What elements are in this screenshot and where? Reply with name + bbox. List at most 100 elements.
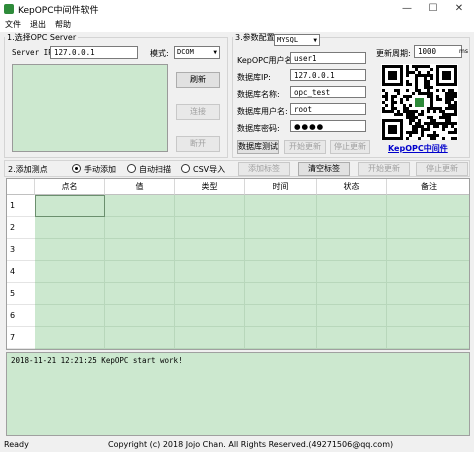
grid-cell[interactable] bbox=[245, 195, 317, 217]
grid-cell[interactable] bbox=[245, 261, 317, 283]
disconnect-button[interactable]: 断开 bbox=[176, 136, 220, 152]
grid-cell[interactable] bbox=[245, 239, 317, 261]
radio-auto-scan-label: 自动扫描 bbox=[139, 165, 171, 174]
close-button[interactable]: ✕ bbox=[446, 0, 472, 18]
grid-cell[interactable] bbox=[105, 195, 175, 217]
grid-cell[interactable] bbox=[175, 239, 245, 261]
grid-cell[interactable] bbox=[387, 239, 469, 261]
column-header-status[interactable]: 状态 bbox=[317, 179, 387, 195]
db-type-select[interactable]: MYSQL ▼ bbox=[274, 34, 320, 46]
grid-cell[interactable] bbox=[105, 239, 175, 261]
grid-cell[interactable] bbox=[317, 195, 387, 217]
row-number[interactable]: 7 bbox=[7, 327, 35, 349]
server-ip-field[interactable]: 127.0.0.1 bbox=[50, 46, 138, 59]
grid-cell[interactable] bbox=[35, 239, 105, 261]
column-header-type[interactable]: 类型 bbox=[175, 179, 245, 195]
grid-cell[interactable] bbox=[175, 283, 245, 305]
kepopc-link[interactable]: KepOPC中间件 bbox=[388, 143, 448, 154]
connect-button[interactable]: 连接 bbox=[176, 104, 220, 120]
grid-cell[interactable] bbox=[175, 261, 245, 283]
grid-cell[interactable] bbox=[35, 349, 105, 350]
menu-file[interactable]: 文件 bbox=[5, 19, 21, 30]
grid-cell[interactable] bbox=[387, 217, 469, 239]
radio-auto-scan[interactable] bbox=[127, 164, 136, 173]
grid-cell[interactable] bbox=[387, 195, 469, 217]
kepopc-user-field[interactable]: user1 bbox=[290, 52, 366, 64]
grid-cell[interactable] bbox=[175, 195, 245, 217]
db-password-field[interactable]: ●●●● bbox=[290, 120, 366, 132]
grid-cell[interactable] bbox=[245, 283, 317, 305]
radio-csv-import[interactable] bbox=[181, 164, 190, 173]
add-tag-button[interactable]: 添加标签 bbox=[238, 162, 290, 176]
grid-cell[interactable] bbox=[317, 283, 387, 305]
log-line: 2018-11-21 12:21:25 KepOPC start work! bbox=[11, 356, 183, 365]
db-ip-field[interactable]: 127.0.0.1 bbox=[290, 69, 366, 81]
grid-cell[interactable] bbox=[387, 327, 469, 349]
grid-cell[interactable] bbox=[317, 305, 387, 327]
grid-cell[interactable] bbox=[317, 327, 387, 349]
column-header-remark[interactable]: 备注 bbox=[387, 179, 469, 195]
grid-cell[interactable] bbox=[317, 239, 387, 261]
title-bar[interactable]: KepOPC中间件软件 — ☐ ✕ bbox=[0, 0, 474, 18]
row-number[interactable]: 6 bbox=[7, 305, 35, 327]
grid-cell[interactable] bbox=[175, 217, 245, 239]
grid-cell[interactable] bbox=[35, 195, 105, 217]
grid-cell[interactable] bbox=[245, 305, 317, 327]
grid-cell[interactable] bbox=[105, 327, 175, 349]
grid-cell[interactable] bbox=[245, 217, 317, 239]
grid-cell[interactable] bbox=[35, 217, 105, 239]
grid-cell[interactable] bbox=[317, 261, 387, 283]
grid-cell[interactable] bbox=[387, 283, 469, 305]
grid-cell[interactable] bbox=[105, 283, 175, 305]
row-number[interactable]: 2 bbox=[7, 217, 35, 239]
param-start-update-button[interactable]: 开始更新 bbox=[284, 140, 326, 154]
db-name-label: 数据库名称: bbox=[237, 90, 280, 99]
param-stop-update-button[interactable]: 停止更新 bbox=[330, 140, 370, 154]
grid-cell[interactable] bbox=[105, 349, 175, 350]
row-number[interactable]: 4 bbox=[7, 261, 35, 283]
grid-cell[interactable] bbox=[317, 349, 387, 350]
menu-help[interactable]: 帮助 bbox=[55, 19, 71, 30]
mode-select[interactable]: DCOM ▼ bbox=[174, 46, 220, 59]
menu-exit[interactable]: 退出 bbox=[30, 19, 46, 30]
minimize-button[interactable]: — bbox=[394, 0, 420, 18]
row-number[interactable]: 3 bbox=[7, 239, 35, 261]
row-number[interactable]: 8 bbox=[7, 349, 35, 350]
grid-cell[interactable] bbox=[175, 349, 245, 350]
grid-cell[interactable] bbox=[175, 305, 245, 327]
column-header-value[interactable]: 值 bbox=[105, 179, 175, 195]
clear-tag-button[interactable]: 清空标签 bbox=[298, 162, 350, 176]
start-update-button[interactable]: 开始更新 bbox=[358, 162, 410, 176]
update-period-field[interactable]: 1000 bbox=[414, 45, 462, 58]
grid-cell[interactable] bbox=[35, 305, 105, 327]
grid-cell[interactable] bbox=[35, 261, 105, 283]
grid-cell[interactable] bbox=[35, 327, 105, 349]
db-type-value: MYSQL bbox=[277, 36, 299, 44]
radio-manual[interactable] bbox=[72, 164, 81, 173]
column-header-name[interactable]: 点名 bbox=[35, 179, 105, 195]
grid-cell[interactable] bbox=[245, 327, 317, 349]
db-test-button[interactable]: 数据库测试 bbox=[237, 140, 279, 154]
opc-server-list[interactable] bbox=[12, 64, 168, 152]
grid-cell[interactable] bbox=[105, 305, 175, 327]
stop-update-button[interactable]: 停止更新 bbox=[416, 162, 468, 176]
db-name-field[interactable]: opc_test bbox=[290, 86, 366, 98]
grid-cell[interactable] bbox=[387, 305, 469, 327]
grid-cell[interactable] bbox=[245, 349, 317, 350]
grid-cell[interactable] bbox=[35, 283, 105, 305]
log-panel[interactable]: 2018-11-21 12:21:25 KepOPC start work! bbox=[6, 352, 470, 436]
row-number[interactable]: 5 bbox=[7, 283, 35, 305]
grid-cell[interactable] bbox=[105, 261, 175, 283]
column-header-time[interactable]: 时间 bbox=[245, 179, 317, 195]
maximize-button[interactable]: ☐ bbox=[420, 0, 446, 18]
tag-data-grid[interactable]: 点名 值 类型 时间 状态 备注 12345678 bbox=[6, 178, 470, 350]
grid-cell[interactable] bbox=[175, 327, 245, 349]
db-ip-label: 数据库IP: bbox=[237, 73, 271, 82]
db-user-field[interactable]: root bbox=[290, 103, 366, 115]
row-number[interactable]: 1 bbox=[7, 195, 35, 217]
refresh-button[interactable]: 刷新 bbox=[176, 72, 220, 88]
grid-cell[interactable] bbox=[387, 261, 469, 283]
grid-cell[interactable] bbox=[105, 217, 175, 239]
grid-cell[interactable] bbox=[387, 349, 470, 350]
grid-cell[interactable] bbox=[317, 217, 387, 239]
